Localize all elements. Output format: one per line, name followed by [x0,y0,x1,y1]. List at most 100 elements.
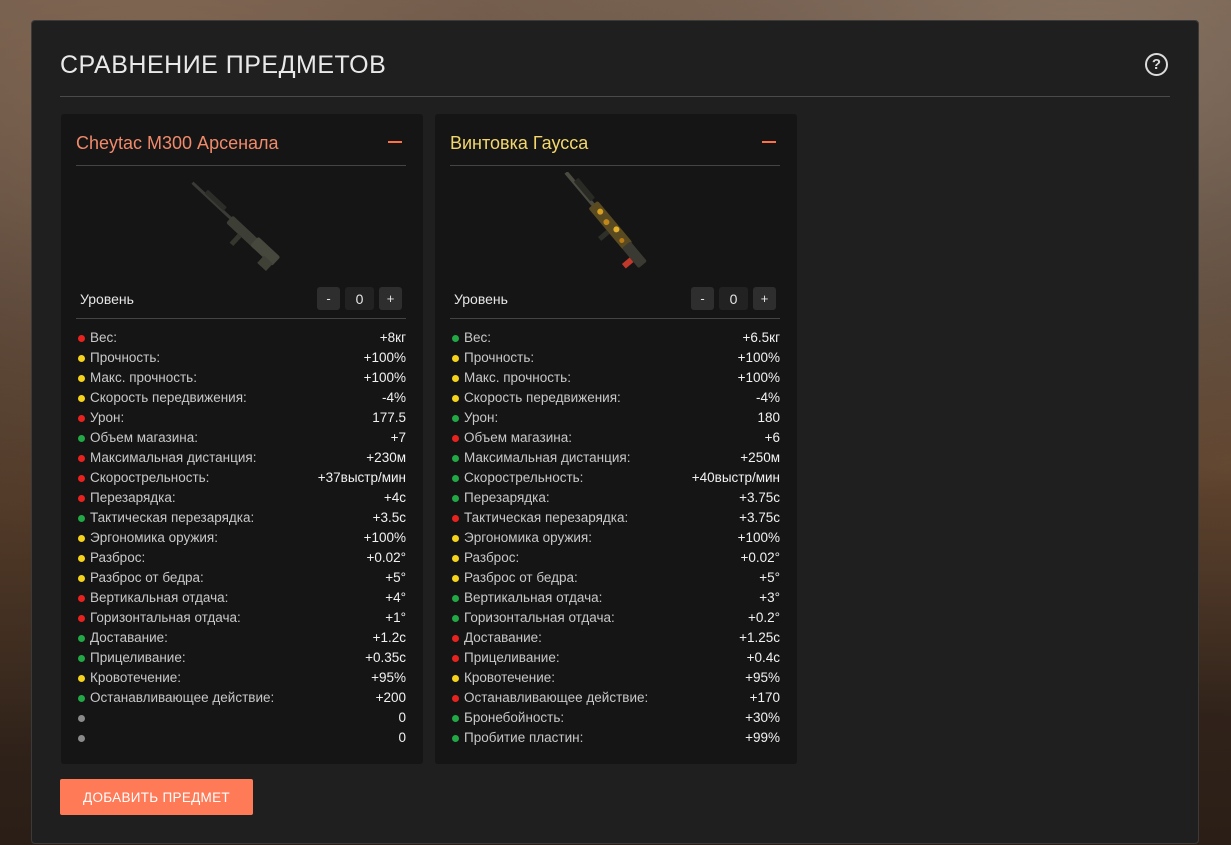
status-dot-icon [452,615,459,622]
stat-value: +100% [363,530,406,545]
status-dot-icon [452,375,459,382]
stat-value: +0.02° [740,550,780,565]
stat-value: +0.35с [365,650,406,665]
stat-row: Разброс от бедра: +5° [450,568,780,588]
stat-label: Вертикальная отдача: [90,590,229,605]
status-dot-icon [452,335,459,342]
stat-label: Разброс: [464,550,520,565]
level-decrease-button[interactable]: - [317,287,340,310]
stat-row: Перезарядка: +4с [76,488,406,508]
stat-value: +95% [745,670,780,685]
stat-row: Эргономика оружия: +100% [76,528,406,548]
stat-row: Пробитие пластин: +99% [450,728,780,748]
stat-row: Скорость передвижения: -4% [76,388,406,408]
stat-row: Объем магазина: +7 [76,428,406,448]
stat-label: Останавливающее действие: [464,690,649,705]
status-dot-icon [78,675,85,682]
stat-row: Урон: 180 [450,408,780,428]
stat-row: Прицеливание: +0.35с [76,648,406,668]
status-dot-icon [78,395,85,402]
status-dot-icon [78,375,85,382]
stat-row: Кровотечение: +95% [76,668,406,688]
level-decrease-button[interactable]: - [691,287,714,310]
question-circle-icon[interactable]: ? [1145,53,1168,76]
stat-row: Разброс от бедра: +5° [76,568,406,588]
stat-value: +4с [383,490,406,505]
stat-row: Вертикальная отдача: +4° [76,588,406,608]
stat-value: +5° [759,570,780,585]
status-dot-icon [452,515,459,522]
stat-value: +1.2с [372,630,406,645]
stat-row: 0 [76,708,406,728]
status-dot-icon [78,635,85,642]
stat-label: Перезарядка: [90,490,176,505]
item-name: Cheytac M300 Арсенала [76,133,279,153]
stat-row: 0 [76,728,406,748]
page-title: СРАВНЕНИЕ ПРЕДМЕТОВ [60,51,387,79]
stat-label: Вес: [90,330,118,345]
status-dot-icon [452,355,459,362]
status-dot-icon [78,515,85,522]
status-dot-icon [78,615,85,622]
add-item-button[interactable]: ДОБАВИТЬ ПРЕДМЕТ [60,779,253,815]
level-value: 0 [719,287,748,310]
stat-label: Прочность: [464,350,535,365]
remove-item-button[interactable] [388,141,402,143]
status-dot-icon [452,655,459,662]
item-name: Винтовка Гаусса [450,133,589,153]
stat-label: Разброс: [90,550,146,565]
status-dot-icon [452,595,459,602]
stat-value: +5° [385,570,406,585]
stat-value: +3.75с [739,510,780,525]
status-dot-icon [78,655,85,662]
status-dot-icon [78,575,85,582]
stat-value: +1° [385,610,406,625]
stat-value: 0 [398,730,406,745]
stat-row: Горизонтальная отдача: +1° [76,608,406,628]
stat-row: Разброс: +0.02° [76,548,406,568]
stat-label: Объем магазина: [90,430,198,445]
status-dot-icon [78,335,85,342]
status-dot-icon [78,355,85,362]
stat-value: +30% [745,710,780,725]
status-dot-icon [452,495,459,502]
stat-label: Разброс от бедра: [90,570,204,585]
stat-label: Скорострельность: [464,470,584,485]
stat-value: +3.75с [739,490,780,505]
level-increase-button[interactable]: + [753,287,776,310]
status-dot-icon [78,555,85,562]
stat-row: Останавливающее действие: +170 [450,688,780,708]
stat-value: +3° [759,590,780,605]
stat-value: +170 [749,690,780,705]
status-dot-icon [452,635,459,642]
level-increase-button[interactable]: + [379,287,402,310]
item-image [191,181,280,272]
stat-value: +99% [745,730,780,745]
stat-value: +1.25с [739,630,780,645]
stat-row: Вес: +6.5кг [450,328,780,348]
stat-row: Скорострельность: +37выстр/мин [76,468,406,488]
stats-list: Вес: +8кг Прочность: +100% Макс. прочность: +… [76,328,406,748]
stat-value: +7 [390,430,406,445]
status-dot-icon [78,735,85,742]
stat-value: +8кг [379,330,406,345]
status-dot-icon [452,575,459,582]
remove-item-button[interactable] [762,141,776,143]
stat-row: Максимальная дистанция: +250м [450,448,780,468]
stat-label: Макс. прочность: [90,370,197,385]
stat-value: +0.4с [746,650,780,665]
stat-row: Доставание: +1.25с [450,628,780,648]
status-dot-icon [78,455,85,462]
stat-value: +100% [737,370,780,385]
status-dot-icon [78,695,85,702]
status-dot-icon [452,535,459,542]
stat-label: Прочность: [90,350,161,365]
status-dot-icon [78,535,85,542]
stat-label: Кровотечение: [464,670,555,685]
stat-label: Перезарядка: [464,490,550,505]
status-dot-icon [452,415,459,422]
level-row: Уровень - 0 + [76,279,406,319]
stat-value: +6.5кг [742,330,780,345]
stat-value: +4° [385,590,406,605]
stat-label: Скорость передвижения: [464,390,621,405]
